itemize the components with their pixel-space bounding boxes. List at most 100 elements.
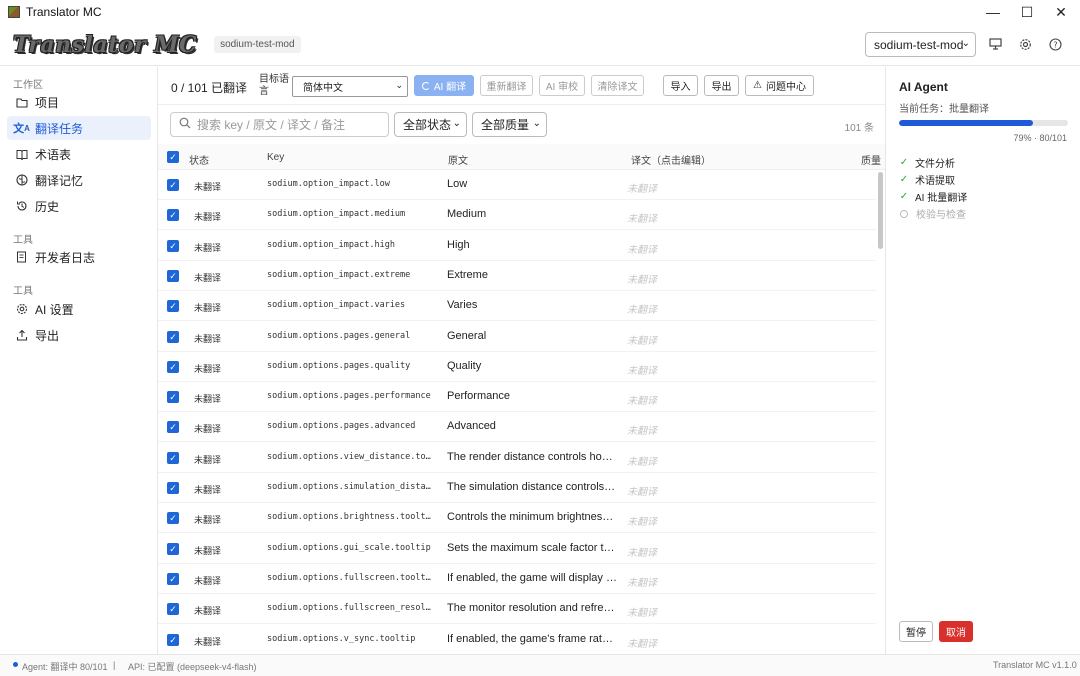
ai-review-button[interactable]: AI 审校 xyxy=(539,75,585,96)
table-row[interactable]: ✓ 未翻译 sodium.options.v_sync.tooltip If enab… xyxy=(158,625,876,654)
quality-filter-select[interactable]: 全部质量 ⌄ xyxy=(472,112,547,137)
project-select[interactable]: sodium-test-mod ⌄ xyxy=(865,32,976,57)
row-checkbox[interactable]: ✓ xyxy=(167,542,179,555)
table-row[interactable]: ✓ 未翻译 sodium.options.brightness.tooltip Con… xyxy=(158,503,876,534)
row-checkbox[interactable]: ✓ xyxy=(167,209,179,222)
table-row[interactable]: ✓ 未翻译 sodium.options.fullscreen.tooltip If … xyxy=(158,564,876,594)
row-target[interactable]: 未翻译 xyxy=(627,574,657,589)
table-row[interactable]: ✓ 未翻译 sodium.options.pages.advanced Advance… xyxy=(158,412,876,443)
row-checkbox[interactable]: ✓ xyxy=(167,633,179,646)
row-target[interactable]: 未翻译 xyxy=(627,301,657,316)
row-checkbox[interactable]: ✓ xyxy=(167,269,179,282)
cancel-button[interactable]: 取消 xyxy=(939,621,973,642)
table-row[interactable]: ✓ 未翻译 sodium.option_impact.varies Varies 未翻译 xyxy=(158,291,876,322)
row-checkbox[interactable]: ✓ xyxy=(167,360,179,373)
row-target[interactable]: 未翻译 xyxy=(627,513,657,528)
row-checkbox[interactable]: ✓ xyxy=(167,421,179,434)
issues-center-button[interactable]: ⚠ 问题中心 xyxy=(745,75,814,96)
scrollbar-thumb[interactable] xyxy=(878,172,883,249)
search-input[interactable]: 搜索 key / 原文 / 译文 / 备注 xyxy=(170,112,389,137)
ai-translate-button[interactable]: AI 翻译 xyxy=(414,75,474,96)
row-status: 未翻译 xyxy=(194,363,222,374)
row-checkbox[interactable]: ✓ xyxy=(167,330,179,343)
table-header: ✓ 状态 Key 原文 译文（点击编辑） 质量 xyxy=(158,144,885,170)
retranslate-button[interactable]: 重新翻译 xyxy=(480,75,533,96)
row-target[interactable]: 未翻译 xyxy=(627,635,657,650)
row-source: General xyxy=(447,329,487,342)
sidebar-item-translation-memory[interactable]: 翻译记忆 xyxy=(7,168,151,192)
help-icon[interactable]: ? xyxy=(1047,36,1063,52)
row-source: Controls the minimum brightness … xyxy=(447,511,617,524)
row-target[interactable]: 未翻译 xyxy=(627,180,657,195)
translate-icon: 文A xyxy=(13,123,30,135)
table-row[interactable]: ✓ 未翻译 sodium.options.gui_scale.tooltip Sets… xyxy=(158,534,876,564)
sidebar-item-projects[interactable]: 项目 xyxy=(7,90,151,114)
monitor-icon[interactable] xyxy=(987,36,1003,52)
row-key: sodium.options.pages.performance xyxy=(267,391,431,402)
app-header: Translator MC sodium-test-mod sodium-tes… xyxy=(0,24,1080,66)
chevron-down-icon: ⌄ xyxy=(395,80,403,90)
row-target[interactable]: 未翻译 xyxy=(627,362,657,377)
sidebar-item-label: 翻译记忆 xyxy=(35,173,84,188)
row-source: If enabled, the game's frame rate … xyxy=(447,632,617,645)
table-row[interactable]: ✓ 未翻译 sodium.option_impact.extreme Extreme 未… xyxy=(158,261,876,291)
row-checkbox[interactable]: ✓ xyxy=(167,300,179,313)
close-button[interactable]: ✕ xyxy=(1044,0,1078,24)
row-key: sodium.options.v_sync.tooltip xyxy=(267,633,416,644)
row-status: 未翻译 xyxy=(194,394,222,405)
row-target[interactable]: 未翻译 xyxy=(627,604,657,619)
row-target[interactable]: 未翻译 xyxy=(627,271,657,286)
export-button[interactable]: 导出 xyxy=(704,75,739,96)
sidebar-item-glossary[interactable]: 术语表 xyxy=(7,142,151,166)
sidebar-item-ai-settings[interactable]: AI 设置 xyxy=(7,297,151,321)
table-row[interactable]: ✓ 未翻译 sodium.option_impact.high High 未翻译 xyxy=(158,231,876,261)
clear-translation-button[interactable]: 清除译文 xyxy=(591,75,644,96)
table-row[interactable]: ✓ 未翻译 sodium.options.simulation_distan… The… xyxy=(158,473,876,503)
row-target[interactable]: 未翻译 xyxy=(627,210,657,225)
row-checkbox[interactable]: ✓ xyxy=(167,239,179,252)
table-row[interactable]: ✓ 未翻译 sodium.option_impact.medium Medium 未翻译 xyxy=(158,200,876,231)
row-checkbox[interactable]: ✓ xyxy=(167,179,179,191)
row-checkbox[interactable]: ✓ xyxy=(167,512,179,525)
row-source: Sets the maximum scale factor to … xyxy=(447,541,617,554)
row-target[interactable]: 未翻译 xyxy=(627,332,657,347)
row-checkbox[interactable]: ✓ xyxy=(167,603,179,616)
gear-icon[interactable] xyxy=(1017,36,1033,52)
sidebar-item-dev-log[interactable]: 开发者日志 xyxy=(7,245,151,269)
agent-step: 校验与检查 xyxy=(899,206,966,221)
sidebar-item-translation-tasks[interactable]: 文A 翻译任务 xyxy=(7,116,151,140)
target-language-select[interactable]: 简体中文 ⌄ xyxy=(292,76,408,97)
table-row[interactable]: ✓ 未翻译 sodium.options.pages.quality Quality 未… xyxy=(158,352,876,382)
row-checkbox[interactable]: ✓ xyxy=(167,391,179,404)
minimize-button[interactable]: — xyxy=(976,0,1010,24)
total-count: 101 条 xyxy=(844,123,874,134)
check-icon: ✓ xyxy=(899,157,909,168)
scrollbar[interactable] xyxy=(877,170,884,654)
check-icon: ✓ xyxy=(899,191,909,202)
agent-step: ✓ AI 批量翻译 xyxy=(899,189,967,204)
row-target[interactable]: 未翻译 xyxy=(627,241,657,256)
table-row[interactable]: ✓ 未翻译 sodium.options.pages.performance Perf… xyxy=(158,382,876,413)
sidebar-item-history[interactable]: 历史 xyxy=(7,194,151,218)
table-row[interactable]: ✓ 未翻译 sodium.option_impact.low Low 未翻译 xyxy=(158,170,876,200)
import-button[interactable]: 导入 xyxy=(663,75,698,96)
table-row[interactable]: ✓ 未翻译 sodium.options.pages.general General 未… xyxy=(158,322,876,352)
row-source: Medium xyxy=(447,208,487,221)
project-select-value: sodium-test-mod xyxy=(874,37,964,52)
maximize-button[interactable]: ☐ xyxy=(1010,0,1044,24)
row-target[interactable]: 未翻译 xyxy=(627,453,657,468)
row-checkbox[interactable]: ✓ xyxy=(167,482,179,494)
status-filter-select[interactable]: 全部状态 ⌄ xyxy=(394,112,467,137)
sidebar-item-export[interactable]: 导出 xyxy=(7,323,151,347)
pause-button[interactable]: 暂停 xyxy=(899,621,933,642)
select-all-checkbox[interactable]: ✓ xyxy=(167,151,179,163)
table-row[interactable]: ✓ 未翻译 sodium.options.view_distance.too… The… xyxy=(158,443,876,473)
row-target[interactable]: 未翻译 xyxy=(627,392,657,407)
row-target[interactable]: 未翻译 xyxy=(627,483,657,498)
row-checkbox[interactable]: ✓ xyxy=(167,451,179,464)
row-target[interactable]: 未翻译 xyxy=(627,544,657,559)
table-row[interactable]: ✓ 未翻译 sodium.options.fullscreen_resolu… The… xyxy=(158,594,876,625)
row-target[interactable]: 未翻译 xyxy=(627,422,657,437)
row-checkbox[interactable]: ✓ xyxy=(167,572,179,585)
row-source: Quality xyxy=(447,359,482,372)
